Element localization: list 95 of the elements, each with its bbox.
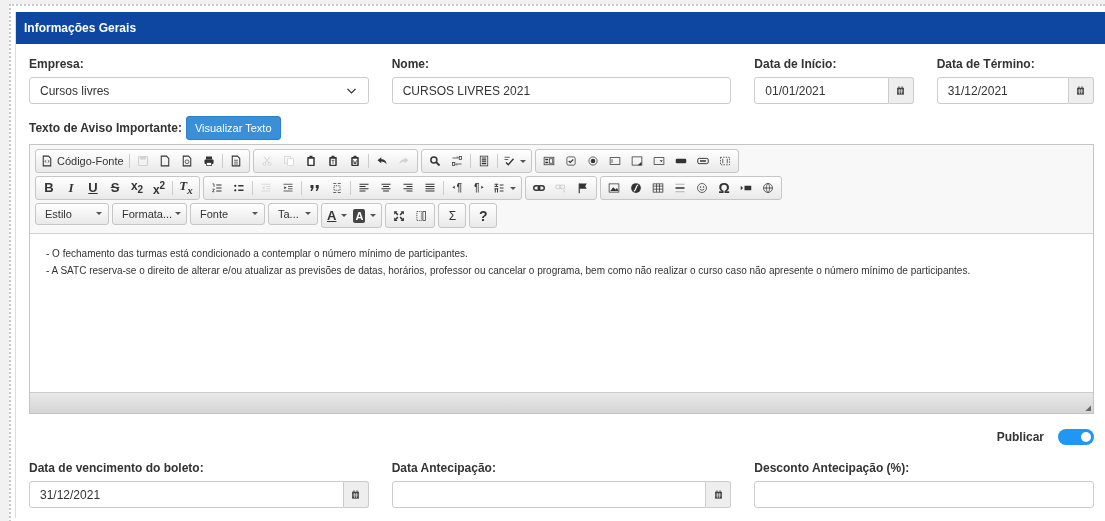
search-icon — [428, 155, 441, 167]
help-button[interactable]: ? — [472, 205, 495, 226]
table-icon — [652, 182, 664, 194]
quote-icon — [309, 182, 321, 194]
date-field[interactable]: 01/01/2021 — [754, 77, 889, 104]
subscript-button[interactable]: x$_{2}$ — [126, 178, 148, 198]
date-field[interactable] — [391, 481, 707, 508]
spellcheck-icon — [502, 155, 515, 167]
toolbar-button[interactable]: Código-Fonte — [38, 151, 127, 171]
calendar-icon — [895, 85, 907, 96]
checkbox-icon — [564, 155, 577, 167]
horizontal-rule-icon — [674, 182, 686, 194]
field-label: Data de Início: — [754, 57, 838, 71]
calendar-icon — [1075, 85, 1087, 96]
notice-paragraph: - A SATC reserva-se o direito de alterar e/ou atualizar as previsões de datas, horários, professor ou cancelar o programa, bem como não realizar o curso caso não apresente o número mínimo de participantes. — [46, 265, 972, 277]
date-field[interactable]: 31/12/2021 — [936, 77, 1069, 104]
field-label: Empresa: — [29, 57, 85, 71]
remove-format-button[interactable]: T$_{x}$ — [175, 178, 197, 198]
background-color-button[interactable]: A — [350, 205, 380, 226]
caret-icon — [252, 212, 258, 215]
text-field-icon — [608, 155, 621, 167]
div-icon — [331, 182, 343, 194]
field-label: Publicar — [996, 430, 1044, 444]
italic-button[interactable]: I — [60, 178, 82, 198]
align-justify-icon — [424, 182, 436, 194]
printer-icon — [202, 155, 215, 167]
copy-icon — [282, 155, 295, 167]
field-label: Nome: — [391, 57, 430, 71]
indent-icon — [282, 182, 294, 194]
align-left-icon — [358, 182, 370, 194]
radio-icon — [586, 155, 599, 167]
flag-icon — [577, 182, 589, 194]
panel-title: Informações Gerais — [24, 21, 137, 35]
caret-icon — [305, 212, 311, 215]
unlink-icon — [555, 182, 567, 194]
globe-icon — [762, 182, 774, 194]
text-area-icon — [630, 155, 643, 167]
notice-paragraph: - O fechamento das turmas está condicionado a contemplar o número mínimo de participantes. — [46, 248, 469, 260]
document-icon — [41, 155, 53, 167]
field-label: Data de Término: — [936, 57, 1036, 71]
page-search-icon — [180, 155, 193, 167]
expand-arrows-icon — [393, 209, 406, 222]
style-dropdown[interactable]: Fonte — [190, 202, 265, 225]
caret-icon — [96, 212, 102, 215]
scissors-icon — [260, 155, 273, 167]
clipboard-icon — [348, 155, 361, 167]
field-label: Desconto Antecipação (%): — [754, 461, 911, 475]
clipboard-icon — [304, 155, 317, 167]
calendar-button[interactable] — [706, 481, 732, 508]
numbered-list-icon — [211, 182, 223, 194]
pilcrow-icon — [451, 182, 463, 194]
image-button-icon — [696, 155, 709, 167]
pilcrow-icon — [473, 182, 485, 194]
special-character-button[interactable]: Ω — [713, 178, 735, 198]
page-icon — [158, 155, 171, 167]
disc-icon — [630, 182, 642, 194]
input-field[interactable]: CURSOS LIVRES 2021 — [391, 77, 732, 104]
date-field[interactable]: 31/12/2021 — [29, 481, 344, 508]
input-field[interactable] — [754, 481, 1094, 508]
field-label: Texto de Aviso Importante: — [29, 121, 182, 135]
bold-button[interactable]: B — [38, 178, 60, 198]
bulleted-list-icon — [233, 182, 245, 194]
blocks-icon — [415, 209, 428, 222]
caret-icon — [175, 212, 182, 215]
link-icon — [533, 182, 545, 194]
publish-toggle[interactable] — [1058, 429, 1094, 445]
language-icon — [493, 182, 505, 194]
style-dropdown[interactable]: Estilo — [35, 202, 109, 225]
field-label: Data Antecipação: — [391, 461, 497, 475]
calendar-button[interactable] — [343, 481, 369, 508]
document-icon — [229, 155, 242, 167]
field-label: Data de vencimento do boleto: — [29, 461, 205, 475]
image-icon — [608, 182, 620, 194]
dropdown-icon — [652, 155, 665, 167]
style-dropdown[interactable]: Formata... — [112, 202, 187, 225]
calendar-icon — [712, 489, 724, 500]
replace-icon — [450, 155, 463, 167]
calendar-button[interactable] — [888, 77, 914, 104]
dropdown-field[interactable]: Cursos livres — [29, 77, 369, 104]
strikethrough-button[interactable]: S — [104, 178, 126, 198]
outdent-icon — [260, 182, 272, 194]
calendar-button[interactable] — [1069, 77, 1094, 104]
form-icon — [542, 155, 555, 167]
align-right-icon — [402, 182, 414, 194]
hidden-field-icon — [718, 155, 731, 167]
align-center-icon — [380, 182, 392, 194]
text-lines-icon — [477, 155, 490, 167]
style-dropdown[interactable]: Ta... — [268, 202, 318, 225]
superscript-button[interactable]: x$^{2}$ — [148, 178, 170, 198]
smiley-icon — [696, 182, 708, 194]
clipboard-icon — [326, 155, 339, 167]
math-button[interactable]: Σ — [441, 205, 464, 226]
calendar-icon — [350, 489, 362, 500]
text-color-button[interactable]: A — [324, 205, 351, 226]
underline-button[interactable]: U — [82, 178, 104, 198]
